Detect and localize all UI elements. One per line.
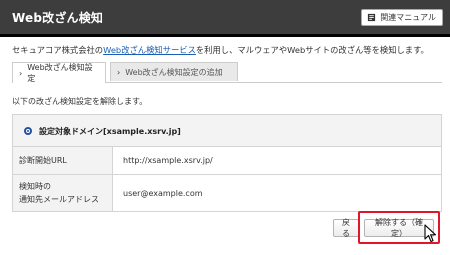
row-label-line: 検知時の [19,182,51,191]
row-value: http://xsample.xsrv.jp/ [123,156,213,165]
row-label: 診断開始URL [13,147,113,174]
row-label-line: 診断開始URL [19,156,67,165]
mouse-cursor-icon [424,224,437,243]
settings-panel: 設定対象ドメイン[xsample.xsrv.jp] 診断開始URL http:/… [12,114,442,212]
domain-label: 設定対象ドメイン[xsample.xsrv.jp] [39,127,181,136]
table-row: 診断開始URL http://xsample.xsrv.jp/ [13,147,441,175]
table-row: 検知時の 通知先メールアドレス user@example.com [13,175,441,211]
confirm-message: 以下の改ざん検知設定を解除します。 [12,97,148,106]
tab-detection-settings[interactable]: › Web改ざん検知設定 [12,62,106,83]
tab-bar: › Web改ざん検知設定 › Web改ざん検知設定の追加 [12,62,442,83]
service-link[interactable]: Web改ざん検知サービス [103,45,196,55]
intro-text: セキュアコア株式会社のWeb改ざん検知サービスを利用し、マルウェアやWebサイト… [12,44,429,56]
chevron-right-icon: › [19,68,23,78]
back-button[interactable]: 戻る [333,218,359,238]
tab-label: Web改ざん検知設定の追加 [125,67,223,77]
domain-header: 設定対象ドメイン[xsample.xsrv.jp] [13,115,441,147]
book-icon [368,13,376,22]
intro-suffix: を利用し、マルウェアやWebサイトの改ざん等を検知します。 [195,45,429,55]
row-value: user@example.com [123,188,203,198]
radio-icon [24,127,32,135]
related-manual-label: 関連マニュアル [380,13,436,22]
app-header: Web改ざん検知 関連マニュアル [0,0,450,37]
tab-add-detection-settings[interactable]: › Web改ざん検知設定の追加 [110,62,238,81]
tab-label: Web改ざん検知設定 [27,63,93,83]
intro-prefix: セキュアコア株式会社の [12,45,104,55]
page-title: Web改ざん検知 [12,11,104,25]
row-label: 検知時の 通知先メールアドレス [13,175,113,211]
related-manual-button[interactable]: 関連マニュアル [361,9,443,26]
row-label-line: 通知先メールアドレス [19,195,99,204]
chevron-right-icon: › [117,67,121,77]
